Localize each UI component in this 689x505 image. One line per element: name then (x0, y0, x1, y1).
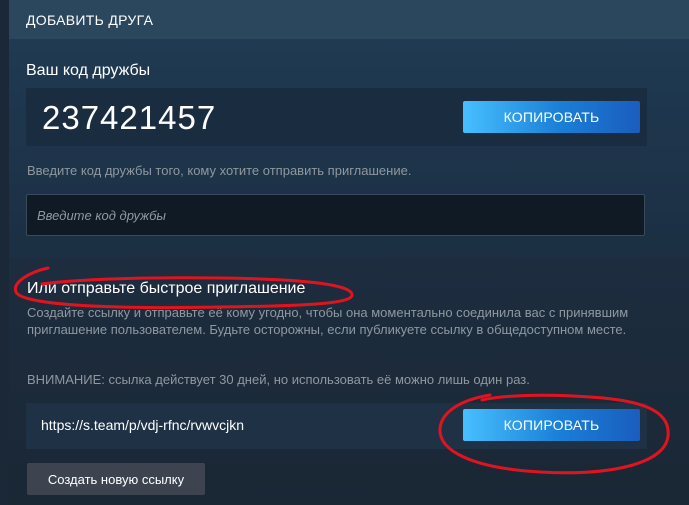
quick-invite-description: Создайте ссылку и отправьте её кому угод… (27, 305, 629, 337)
friend-code-input[interactable] (26, 194, 645, 236)
copy-link-button[interactable]: КОПИРОВАТЬ (463, 409, 640, 441)
add-friend-dialog: ДОБАВИТЬ ДРУГА Ваш код дружбы 237421457 … (0, 0, 689, 505)
friend-code-value: 237421457 (42, 99, 217, 136)
quick-invite-title: Или отправьте быстрое приглашение (27, 280, 306, 297)
dialog-title: ДОБАВИТЬ ДРУГА (26, 11, 154, 28)
dialog-header: ДОБАВИТЬ ДРУГА (9, 0, 689, 39)
invite-link-text[interactable]: https://s.team/p/vdj-rfnc/rvwvcjkn (41, 417, 244, 433)
quick-invite-warning: ВНИМАНИЕ: ссылка действует 30 дней, но и… (27, 372, 530, 387)
friend-code-title: Ваш код дружбы (26, 62, 151, 79)
create-new-link-button[interactable]: Создать новую ссылку (27, 463, 205, 495)
copy-code-button[interactable]: КОПИРОВАТЬ (463, 101, 640, 133)
friend-code-hint: Введите код дружбы того, кому хотите отп… (27, 163, 412, 178)
